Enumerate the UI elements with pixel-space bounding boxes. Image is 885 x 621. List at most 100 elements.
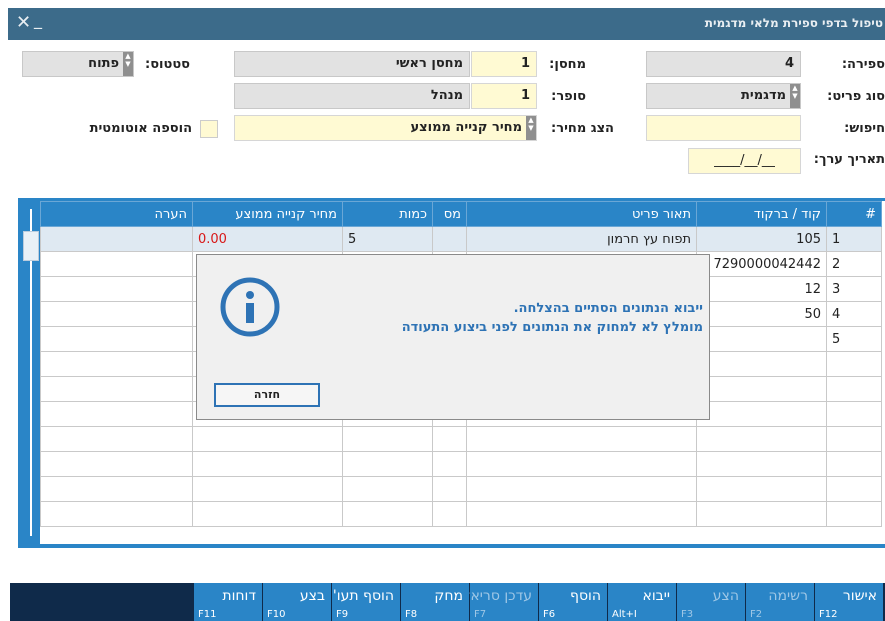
row-note-cell[interactable] [40,351,193,377]
row-note-cell[interactable] [40,276,193,302]
row-tax-cell[interactable] [432,426,467,452]
row-num-cell[interactable]: 3 [826,276,882,302]
row-code-cell[interactable] [696,401,827,427]
row-code-cell[interactable] [696,426,827,452]
row-num-cell[interactable]: 4 [826,301,882,327]
fkey-button-f11[interactable]: דוחות F11 [193,583,262,621]
status-select[interactable]: פתוח [22,51,134,77]
row-num-cell[interactable]: 5 [826,326,882,352]
row-code-cell[interactable]: 50 [696,301,827,327]
fkey-button-f2[interactable]: רשימה F2 [745,583,814,621]
row-note-cell[interactable] [40,401,193,427]
auto-add-checkbox[interactable] [200,120,218,138]
row-code-cell[interactable] [696,326,827,352]
row-note-cell[interactable] [40,426,193,452]
fkey-button-f9[interactable]: הוסף תעו' F9 [331,583,400,621]
col-header-note[interactable]: הערה [40,201,193,227]
row-code-cell[interactable]: 105 [696,226,827,252]
counter-code-field[interactable]: 1 [471,83,537,109]
row-note-cell[interactable] [40,326,193,352]
col-header-code[interactable]: קוד / ברקוד [696,201,827,227]
row-qty-cell[interactable]: 5 [342,226,433,252]
row-price-cell[interactable] [192,426,343,452]
row-code-cell[interactable] [696,476,827,502]
fkey-button-alt-i[interactable]: ייבוא Alt+I [607,583,676,621]
row-desc-cell[interactable] [466,451,697,477]
col-header-num[interactable]: # [826,201,882,227]
row-note-cell[interactable] [40,376,193,402]
row-tax-cell[interactable] [432,226,467,252]
row-price-cell[interactable] [192,451,343,477]
row-code-cell[interactable] [696,451,827,477]
fkey-label: דוחות [222,588,256,604]
close-icon[interactable]: ✕ [16,12,31,33]
row-num-cell[interactable]: 2 [826,251,882,277]
fkey-button-f10[interactable]: בצע F10 [262,583,331,621]
row-price-cell[interactable] [192,476,343,502]
item-type-select[interactable]: מדגמית [646,83,801,109]
fkey-shortcut: F2 [750,609,763,620]
row-desc-cell[interactable] [466,426,697,452]
table-row[interactable]: 0.00 5 תפוח עץ חרמון 105 1 [40,226,882,252]
row-note-cell[interactable] [40,251,193,277]
minimize-icon[interactable]: _ [34,10,42,29]
row-num-cell[interactable]: 1 [826,226,882,252]
row-code-cell[interactable]: 7290000042442 [696,251,827,277]
row-qty-cell[interactable] [342,476,433,502]
row-note-cell[interactable] [40,451,193,477]
show-price-spinner-icon[interactable]: ▲ ▼ [526,116,536,140]
dialog-return-button[interactable]: חזרה [214,383,320,407]
fkey-label: אישור [842,588,877,604]
table-row[interactable] [40,426,882,452]
table-row[interactable] [40,501,882,527]
count-field[interactable]: 4 [646,51,801,77]
row-note-cell[interactable] [40,301,193,327]
search-input[interactable] [646,115,801,141]
row-qty-cell[interactable] [342,426,433,452]
row-num-cell[interactable] [826,426,882,452]
row-code-cell[interactable]: 12 [696,276,827,302]
row-code-cell[interactable] [696,351,827,377]
col-header-qty[interactable]: כמות [342,201,433,227]
row-num-cell[interactable] [826,451,882,477]
row-num-cell[interactable] [826,351,882,377]
row-note-cell[interactable] [40,476,193,502]
row-num-cell[interactable] [826,401,882,427]
status-spinner-icon[interactable]: ▲ ▼ [123,52,133,76]
table-row[interactable] [40,476,882,502]
row-num-cell[interactable] [826,501,882,527]
warehouse-code-field[interactable]: 1 [471,51,537,77]
row-qty-cell[interactable] [342,451,433,477]
col-header-tax[interactable]: מס [432,201,467,227]
row-num-cell[interactable] [826,376,882,402]
auto-add-label: הוספה אוטומטית [89,121,192,136]
row-note-cell[interactable] [40,501,193,527]
row-tax-cell[interactable] [432,476,467,502]
fkey-button-f6[interactable]: הוסף F6 [538,583,607,621]
scrollbar-thumb[interactable] [23,231,39,261]
fkey-button-f3[interactable]: הצע F3 [676,583,745,621]
value-date-input[interactable]: __/__/____ [688,148,801,174]
row-note-cell[interactable] [40,226,193,252]
row-tax-cell[interactable] [432,501,467,527]
row-desc-cell[interactable] [466,476,697,502]
row-desc-cell[interactable] [466,501,697,527]
row-tax-cell[interactable] [432,451,467,477]
show-price-select[interactable]: מחיר קנייה ממוצע [234,115,537,141]
row-num-cell[interactable] [826,476,882,502]
fkey-button-f7[interactable]: עדכן סריאלים F7 [450,583,538,621]
row-code-cell[interactable] [696,501,827,527]
fkey-button-f12[interactable]: אישור F12 [814,583,883,621]
row-code-cell[interactable] [696,376,827,402]
col-header-desc[interactable]: תאור פריט [466,201,697,227]
grid-scrollbar[interactable] [22,201,40,544]
row-price-cell[interactable] [192,501,343,527]
row-qty-cell[interactable] [342,501,433,527]
dialog-message: ייבוא הנתונים הסתיים בהצלחה. מומלץ לא למ… [402,299,703,337]
col-header-avg-price[interactable]: מחיר קנייה ממוצע [192,201,343,227]
row-price-cell[interactable]: 0.00 [192,226,343,252]
item-type-spinner-icon[interactable]: ▲ ▼ [790,84,800,108]
table-row[interactable] [40,451,882,477]
row-desc-cell[interactable]: תפוח עץ חרמון [466,226,697,252]
fkey-button-f8[interactable]: מחק F8 [400,583,469,621]
